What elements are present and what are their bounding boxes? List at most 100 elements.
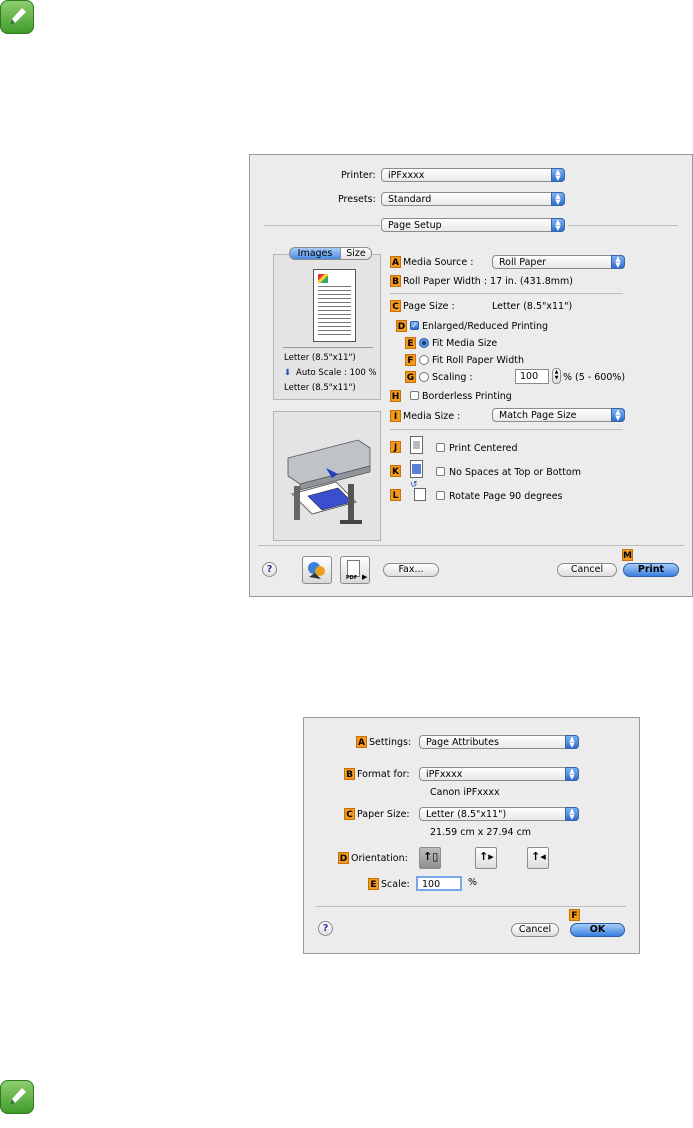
popup-arrows-icon: ▲ ▼	[611, 255, 625, 269]
badge-i: I	[390, 410, 401, 422]
scale-input[interactable]: 100	[416, 876, 462, 891]
fax-button[interactable]: Fax...	[383, 563, 439, 577]
page-thumbnail	[313, 269, 356, 342]
note-pencil-icon	[0, 0, 34, 34]
badge-k: K	[390, 465, 401, 477]
rotate-page-icon: ↺	[410, 480, 426, 503]
printer-label: Printer:	[341, 170, 376, 181]
enlarged-checkbox[interactable]: ✓	[410, 321, 419, 330]
print-button[interactable]: Print	[623, 563, 679, 577]
preview-page-size: Letter (8.5"x11")	[284, 353, 356, 363]
popup-arrows-icon: ▲ ▼	[551, 218, 565, 232]
media-size-popup[interactable]: Match Page Size ▲ ▼	[492, 408, 625, 422]
badge-c: C	[390, 300, 401, 312]
page-size-value: Letter (8.5"x11")	[492, 301, 573, 312]
badge-m: M	[622, 549, 633, 561]
enlarged-label: Enlarged/Reduced Printing	[422, 321, 549, 332]
badge-c: C	[344, 808, 355, 820]
print-centered-label: Print Centered	[449, 443, 518, 454]
print-centered-checkbox[interactable]	[436, 443, 445, 452]
orientation-label: Orientation:	[351, 853, 408, 864]
thumbnail-image	[318, 274, 328, 283]
cancel-button[interactable]: Cancel	[557, 563, 617, 577]
divider	[283, 347, 373, 348]
popup-arrows-icon: ▲ ▼	[611, 408, 625, 422]
presets-value: Standard	[388, 194, 432, 205]
roll-paper-width: Roll Paper Width : 17 in. (431.8mm)	[403, 276, 573, 287]
badge-j: J	[390, 441, 401, 453]
paper-size-popup[interactable]: Letter (8.5"x11") ▲ ▼	[419, 807, 579, 821]
divider	[258, 545, 684, 546]
paper-size-label: Paper Size:	[357, 809, 410, 820]
rotate-label: Rotate Page 90 degrees	[449, 491, 563, 502]
divider	[390, 429, 623, 430]
popup-arrows-icon: ▲ ▼	[551, 168, 565, 182]
badge-e: E	[405, 337, 416, 349]
badge-f: F	[405, 354, 416, 366]
tab-size[interactable]: Size	[340, 247, 372, 260]
borderless-label: Borderless Printing	[422, 391, 512, 402]
scale-label: Scale:	[381, 879, 410, 890]
popup-arrows-icon: ▲ ▼	[565, 807, 579, 821]
cancel-button[interactable]: Cancel	[511, 923, 559, 937]
pdf-label: PDF	[346, 575, 358, 581]
badge-l: L	[390, 489, 401, 501]
format-for-popup[interactable]: iPFxxxx ▲ ▼	[419, 767, 579, 781]
badge-a: A	[390, 256, 401, 268]
popup-arrows-icon: ▲ ▼	[565, 735, 579, 749]
orientation-portrait-button[interactable]: ↑▯	[419, 847, 441, 869]
badge-g: G	[405, 371, 416, 383]
printer-value: iPFxxxx	[388, 170, 425, 181]
reverse-landscape-icon: ↑◂	[531, 850, 546, 863]
landscape-icon: ↑▸	[479, 850, 494, 863]
badge-f: F	[569, 909, 580, 921]
help-button[interactable]: ?	[318, 921, 333, 936]
divider	[264, 225, 380, 226]
no-spaces-checkbox[interactable]	[436, 467, 445, 476]
fit-roll-label: Fit Roll Paper Width	[432, 355, 524, 366]
orientation-reverse-landscape-button[interactable]: ↑◂	[527, 847, 549, 869]
thumbnail-text-lines	[318, 286, 351, 336]
note-pencil-icon	[0, 1080, 34, 1114]
preview-auto-scale: Auto Scale : 100 %	[296, 368, 377, 378]
borderless-checkbox[interactable]	[410, 391, 419, 400]
no-spaces-label: No Spaces at Top or Bottom	[449, 467, 582, 478]
fit-media-radio[interactable]	[419, 338, 429, 348]
orientation-landscape-button[interactable]: ↑▸	[475, 847, 497, 869]
scaling-radio[interactable]	[419, 372, 429, 382]
no-spaces-icon	[410, 460, 423, 478]
badge-a: A	[356, 736, 367, 748]
media-source-value: Roll Paper	[499, 257, 547, 268]
badge-e: E	[368, 878, 379, 890]
printer-popup[interactable]: iPFxxxx ▲ ▼	[381, 168, 565, 182]
page-setup-dialog: A Settings: Page Attributes ▲ ▼ B Format …	[303, 717, 640, 954]
paper-size-dimensions: 21.59 cm x 27.94 cm	[430, 827, 532, 838]
divider	[390, 293, 623, 294]
help-button[interactable]: ?	[262, 562, 277, 577]
colorsync-icon[interactable]	[302, 556, 332, 584]
fit-roll-radio[interactable]	[419, 355, 429, 365]
ok-button[interactable]: OK	[570, 923, 625, 937]
scaling-range: % (5 - 600%)	[563, 372, 626, 383]
media-source-label: Media Source :	[403, 257, 474, 268]
scaling-stepper[interactable]: ▲ ▼	[552, 368, 561, 384]
scaling-input[interactable]: 100	[515, 369, 549, 384]
presets-popup[interactable]: Standard ▲ ▼	[381, 192, 565, 206]
portrait-icon: ↑▯	[423, 850, 439, 863]
down-arrow-icon: ⬇	[284, 368, 292, 378]
settings-popup[interactable]: Page Attributes ▲ ▼	[419, 735, 579, 749]
panel-value: Page Setup	[388, 220, 442, 231]
rotate-checkbox[interactable]	[436, 491, 445, 500]
divider	[316, 906, 626, 907]
media-source-popup[interactable]: Roll Paper ▲ ▼	[492, 255, 625, 269]
printer-illustration	[287, 439, 371, 524]
format-for-value: iPFxxxx	[426, 769, 463, 780]
media-size-value: Match Page Size	[499, 410, 577, 421]
scaling-label: Scaling :	[432, 372, 473, 383]
panel-popup[interactable]: Page Setup ▲ ▼	[381, 218, 565, 232]
settings-label: Settings:	[369, 737, 412, 748]
tab-images[interactable]: Images	[289, 247, 341, 260]
scale-unit: %	[468, 877, 478, 888]
badge-d: D	[396, 320, 407, 332]
pdf-button[interactable]: PDF ▶	[340, 556, 370, 584]
